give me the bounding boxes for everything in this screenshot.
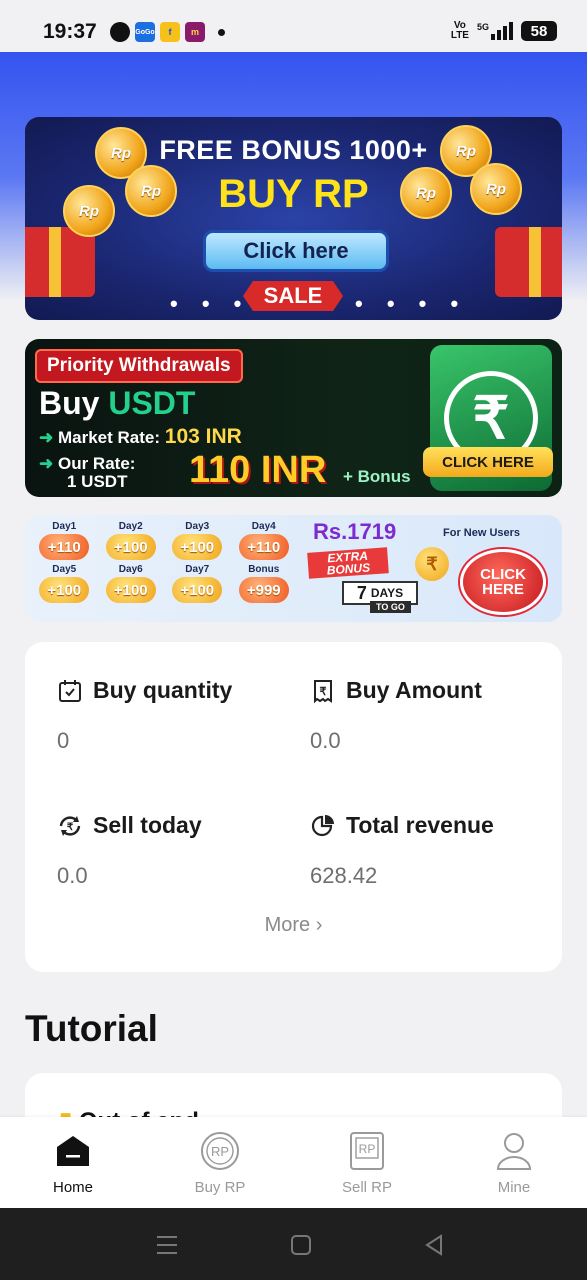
nav-label: Buy RP bbox=[194, 1179, 246, 1196]
flipkart-app-icon: f bbox=[160, 22, 180, 42]
sale-ribbon: SALE bbox=[243, 281, 343, 311]
stat-label: Total revenue bbox=[346, 812, 494, 838]
checkin-rewards-banner[interactable]: Day1 +110 Day2 +100 Day3 +100 Day4 +110 Day5… bbox=[25, 515, 562, 622]
day-reward: Day2 +100 bbox=[100, 521, 163, 560]
day-reward: Day1 +110 bbox=[33, 521, 96, 560]
nav-sell-rp[interactable]: RP Sell RP bbox=[307, 1117, 427, 1208]
our-rate-row: ➜ Our Rate: 1 USDT bbox=[39, 454, 136, 491]
svg-text:RP: RP bbox=[359, 1142, 376, 1156]
bonus-label: + Bonus bbox=[343, 467, 411, 486]
to-go-label: TO GO bbox=[370, 601, 411, 613]
day-reward: Bonus +999 bbox=[233, 564, 296, 603]
usdt-click-button[interactable]: CLICK HERE bbox=[423, 447, 553, 477]
stat-label: Buy Amount bbox=[346, 677, 482, 703]
chat-bubble-icon bbox=[110, 22, 130, 42]
extra-bonus-tag: EXTRA BONUS bbox=[307, 547, 389, 579]
nav-home[interactable]: Home bbox=[13, 1117, 133, 1208]
recents-icon[interactable] bbox=[152, 1230, 182, 1260]
stat-buy-amount: ₹ Buy Amount 0.0 bbox=[310, 677, 550, 754]
gift-box-image bbox=[25, 227, 95, 297]
volte-icon: Vo LTE bbox=[450, 20, 469, 41]
priority-withdrawals-tag: Priority Withdrawals bbox=[35, 349, 243, 383]
bonus-click-button[interactable]: Click here bbox=[203, 230, 389, 272]
buy-usdt-title: Buy USDT bbox=[39, 385, 196, 421]
signal-icon: 5G bbox=[477, 22, 513, 40]
sell-rp-icon: RP bbox=[347, 1131, 387, 1171]
stat-value: 0.0 bbox=[310, 728, 341, 753]
home-icon bbox=[53, 1131, 93, 1171]
buy-rp-bonus-banner[interactable]: Rp Rp Rp Rp Rp Rp FREE BONUS 1000+ BUY R… bbox=[25, 117, 562, 320]
stat-value: 628.42 bbox=[310, 863, 378, 888]
bonus-title: BUY RP bbox=[218, 172, 369, 216]
exchange-icon: ₹ bbox=[57, 813, 83, 839]
system-navigation-bar bbox=[0, 1208, 587, 1280]
checkin-click-button[interactable]: CLICK HERE bbox=[460, 549, 546, 615]
decor-dots: • • • bbox=[170, 291, 251, 316]
stat-label: Buy quantity bbox=[93, 677, 233, 703]
nav-label: Sell RP bbox=[341, 1179, 393, 1196]
stat-total-revenue: Total revenue 628.42 bbox=[310, 812, 550, 889]
battery-icon: 58 bbox=[521, 21, 557, 41]
nav-label: Home bbox=[52, 1179, 93, 1196]
daily-rewards-grid: Day1 +110 Day2 +100 Day3 +100 Day4 +110 Day5… bbox=[33, 521, 295, 603]
notification-icons: GoGo f m bbox=[110, 22, 225, 42]
back-icon[interactable] bbox=[419, 1230, 449, 1260]
usdt-banner[interactable]: Priority Withdrawals Buy USDT ➜ Market R… bbox=[25, 339, 562, 497]
stat-label: Sell today bbox=[93, 812, 202, 838]
buy-rp-icon: RP bbox=[200, 1131, 240, 1171]
reward-amount: Rs.1719 bbox=[313, 519, 397, 544]
user-icon bbox=[494, 1131, 534, 1171]
our-rate-value: 110 INR bbox=[189, 449, 327, 491]
nav-buy-rp[interactable]: RP Buy RP bbox=[160, 1117, 280, 1208]
day-reward: Day3 +100 bbox=[166, 521, 229, 560]
system-indicators: Vo LTE 5G 58 bbox=[451, 21, 557, 41]
nav-mine[interactable]: Mine bbox=[454, 1117, 574, 1208]
svg-text:RP: RP bbox=[211, 1144, 229, 1159]
day-reward: Day7 +100 bbox=[166, 564, 229, 603]
stat-sell-today: ₹ Sell today 0.0 bbox=[57, 812, 297, 889]
stat-buy-quantity: Buy quantity 0 bbox=[57, 677, 297, 754]
nav-label: Mine bbox=[497, 1179, 531, 1196]
more-link[interactable]: More › bbox=[25, 914, 562, 937]
bottom-nav: Home RP Buy RP RP Sell RP Mine bbox=[0, 1117, 587, 1208]
stats-card: Buy quantity 0 ₹ Buy Amount 0.0 ₹ Sell t… bbox=[25, 642, 562, 972]
bonus-headline: FREE BONUS 1000+ bbox=[159, 135, 428, 165]
day-reward: Day4 +110 bbox=[233, 521, 296, 560]
meesho-app-icon: m bbox=[185, 22, 205, 42]
svg-text:₹: ₹ bbox=[67, 822, 74, 833]
gift-box-image bbox=[495, 227, 562, 297]
chevron-right-icon: › bbox=[315, 914, 323, 936]
gogo-app-icon: GoGo bbox=[135, 22, 155, 42]
pie-chart-icon bbox=[310, 813, 336, 839]
day-reward: Day6 +100 bbox=[100, 564, 163, 603]
new-users-label: For New Users bbox=[443, 527, 521, 539]
rupee-coin-icon: ₹ bbox=[415, 547, 449, 581]
status-bar: 19:37 GoGo f m Vo LTE 5G 58 bbox=[0, 0, 587, 52]
svg-text:₹: ₹ bbox=[320, 686, 327, 698]
receipt-icon: ₹ bbox=[310, 678, 336, 704]
status-time: 19:37 bbox=[43, 20, 97, 43]
market-rate-row: ➜ Market Rate: 103 INR bbox=[39, 425, 242, 448]
home-system-icon[interactable] bbox=[286, 1230, 316, 1260]
stat-value: 0.0 bbox=[57, 863, 88, 888]
tutorial-heading: Tutorial bbox=[25, 1008, 158, 1049]
decor-dots: • • • • bbox=[355, 291, 468, 316]
stat-value: 0 bbox=[57, 728, 70, 753]
more-notifications-icon bbox=[218, 28, 225, 36]
calendar-icon bbox=[57, 678, 83, 704]
day-reward: Day5 +100 bbox=[33, 564, 96, 603]
